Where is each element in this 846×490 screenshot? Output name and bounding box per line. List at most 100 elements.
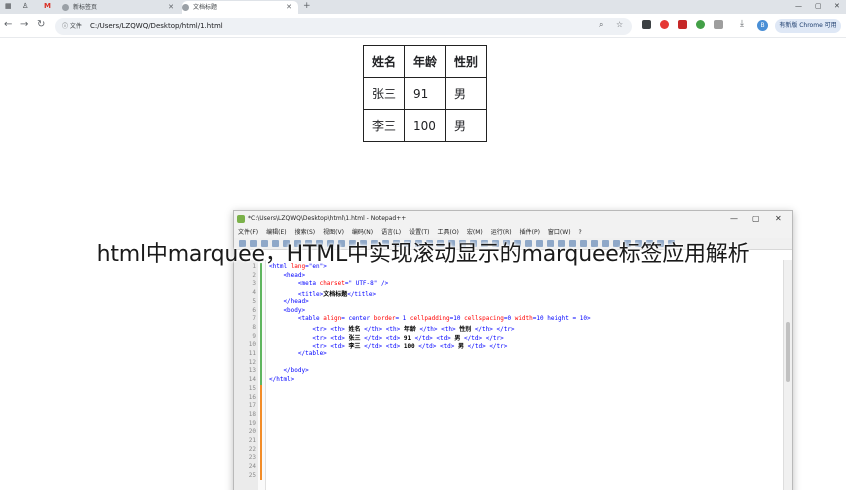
table-row: 张三 91 男 [362,77,488,110]
header-gender: 性别 [445,45,488,78]
table-cell: 张三 [362,77,406,110]
line-number: 3 [252,280,256,288]
line-number: 11 [248,350,256,357]
extension-icon[interactable] [678,20,687,29]
scrollbar-thumb[interactable] [786,322,790,382]
globe-icon [182,4,189,11]
menu-item[interactable]: 宏(M) [467,229,483,236]
menu-item[interactable]: 设置(T) [409,229,429,236]
pinned-tab-icon[interactable]: ♙ [22,0,28,13]
vertical-scrollbar[interactable] [783,260,792,490]
new-tab-button[interactable]: + [303,0,311,13]
line-number: 5 [252,297,256,305]
avatar[interactable]: B [757,20,768,31]
minimize-icon[interactable]: — [730,211,738,227]
change-history-unsaved [260,384,262,481]
line-number: 13 [248,367,256,375]
close-icon[interactable]: ✕ [286,1,292,14]
code-line[interactable]: </head> [269,298,308,305]
close-window-icon[interactable]: ✕ [834,0,840,13]
reload-icon[interactable]: ↻ [37,19,45,30]
code-line[interactable]: <head> [269,272,305,279]
header-age: 年龄 [404,45,447,78]
menu-item[interactable]: 插件(P) [520,229,540,236]
code-line[interactable]: <meta charset=" UTF-8" /> [269,280,388,287]
address-bar[interactable]: ⓘ 文件 C:/Users/LZQWQ/Desktop/html/1.html … [55,18,632,35]
minimize-icon[interactable]: — [795,0,802,13]
change-history-saved [260,263,262,385]
forward-icon[interactable]: → [20,19,28,30]
code-line[interactable]: </html> [269,376,294,383]
code-line[interactable]: <tr> <th> 姓名 </th> <th> 年龄 </th> <th> 性别… [269,324,514,333]
code-line[interactable]: </table> [269,350,327,357]
table-row: 姓名 年龄 性别 [362,45,488,78]
caption-overlay: html中marquee，HTML中实现滚动显示的marquee标签应用解析 [96,242,750,267]
line-number: 6 [252,306,256,314]
menu-item[interactable]: 搜索(S) [295,229,316,236]
back-icon[interactable]: ← [4,19,12,30]
line-number: 18 [248,410,256,418]
line-number: 19 [248,419,256,427]
line-number: 15 [248,384,256,392]
line-number: 12 [248,358,256,366]
table-cell: 100 [404,109,447,142]
line-number: 21 [248,437,256,444]
line-number: 16 [248,393,256,401]
menu-item[interactable]: 窗口(W) [548,229,571,236]
download-icon[interactable]: ⤓ [740,19,744,29]
menu-item[interactable]: 编码(N) [352,229,373,236]
notepad-title: *C:\Users\LZQWQ\Desktop\html\1.html - No… [248,215,407,222]
notepad-title-bar: *C:\Users\LZQWQ\Desktop\html\1.html - No… [234,211,792,227]
tab-label: 文档标题 [193,4,218,11]
menu-item[interactable]: 视图(V) [323,229,344,236]
line-number: 25 [248,471,256,479]
line-number: 17 [248,402,256,410]
line-number: 8 [252,323,256,331]
file-chip-label: 文件 [69,23,82,30]
extension-icon[interactable] [660,20,669,29]
zoom-icon[interactable]: ⌕ [599,20,603,30]
gmail-tab-icon[interactable]: M [44,0,51,13]
menu-item[interactable]: 编辑(E) [266,229,286,236]
table-cell: 李三 [362,109,406,142]
code-line[interactable]: <table align= center border= 1 cellpaddi… [269,315,591,322]
code-line[interactable]: <tr> <td> 李三 </td> <td> 100 </td> <td> 男… [269,341,507,350]
maximize-icon[interactable]: ▢ [752,211,760,227]
line-number: 20 [248,428,256,436]
maximize-icon[interactable]: ▢ [815,0,822,13]
line-number: 4 [252,289,256,297]
tab-document[interactable]: 文档标题 ✕ [182,1,298,14]
menu-item[interactable]: ? [579,229,582,236]
menu-item[interactable]: 工具(O) [437,229,458,236]
update-chrome-button[interactable]: 有新版 Chrome 可用 [775,19,841,33]
browser-toolbar: ← → ↻ ⓘ 文件 C:/Users/LZQWQ/Desktop/html/1… [0,14,846,38]
line-number: 9 [252,332,256,340]
code-line[interactable]: <body> [269,307,305,314]
extension-icon[interactable] [696,20,705,29]
file-chip[interactable]: ⓘ 文件 [62,21,82,32]
extension-icon[interactable] [642,20,651,29]
code-line[interactable]: </body> [269,367,308,374]
table-cell: 91 [404,77,447,110]
line-number: 24 [248,463,256,471]
close-window-icon[interactable]: ✕ [775,211,782,227]
table-row: 李三 100 男 [362,109,488,142]
tab-new-tab[interactable]: 新标签页 ✕ [62,1,180,14]
chrome-icon [62,4,69,11]
tab-label: 新标签页 [73,4,98,11]
close-icon[interactable]: ✕ [168,1,174,14]
menu-item[interactable]: 文件(F) [238,229,258,236]
header-name: 姓名 [362,45,406,78]
screenshot-root: ▦ ♙ M 新标签页 ✕ 文档标题 ✕ + — ▢ ✕ ← → ↻ ⓘ 文件 C… [0,0,846,490]
line-number: 10 [248,341,256,349]
line-number: 7 [252,315,256,323]
menu-item[interactable]: 运行(R) [491,229,512,236]
code-line[interactable]: <tr> <td> 张三 </td> <td> 91 </td> <td> 男 … [269,333,503,342]
menu-item[interactable]: 语言(L) [381,229,401,236]
url-text[interactable]: C:/Users/LZQWQ/Desktop/html/1.html [90,21,223,32]
puzzle-icon[interactable] [714,20,723,29]
code-line[interactable]: <title>文档标题</title> [269,289,376,298]
tab-search-icon[interactable]: ▦ [5,0,12,13]
browser-tab-bar: ▦ ♙ M 新标签页 ✕ 文档标题 ✕ + — ▢ ✕ [0,0,846,14]
star-icon[interactable]: ☆ [616,20,623,29]
